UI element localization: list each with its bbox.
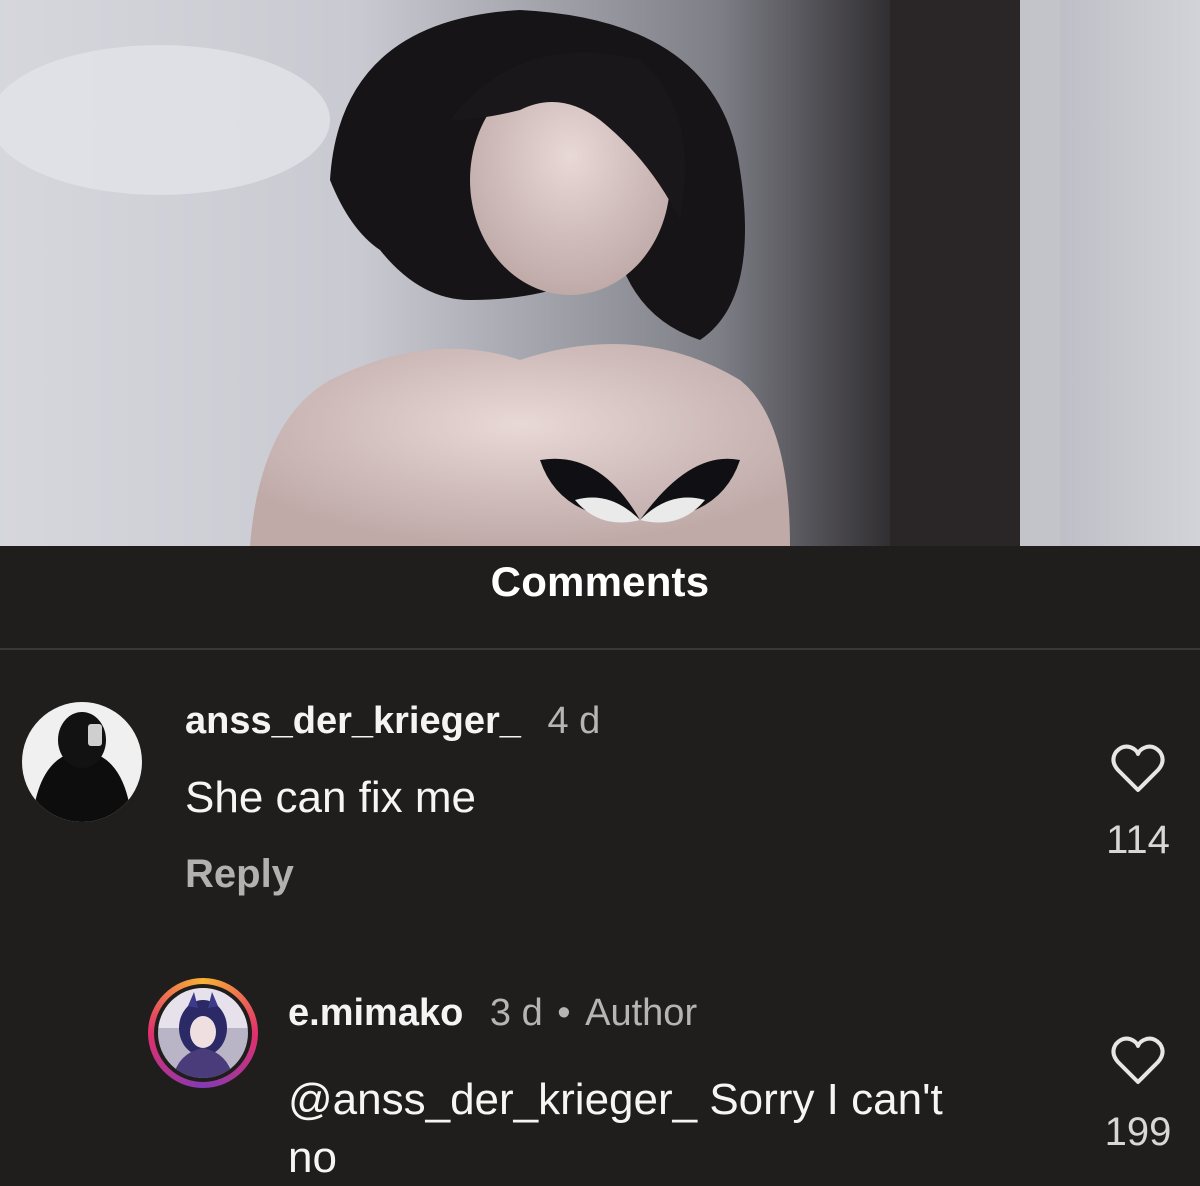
reply-header: e.mimako 3 d • Author xyxy=(288,992,697,1035)
separator-dot: • xyxy=(557,992,571,1034)
heart-icon[interactable] xyxy=(1110,742,1166,794)
heart-icon[interactable] xyxy=(1110,1034,1166,1086)
header-divider xyxy=(0,648,1200,650)
author-avatar[interactable] xyxy=(148,978,258,1088)
comment-age: 4 d xyxy=(547,700,601,742)
reply-text-line-1: @anss_der_krieger_ Sorry I can't xyxy=(288,1075,943,1124)
like-count: 114 xyxy=(1106,818,1170,862)
reply-button[interactable]: Reply xyxy=(185,852,294,897)
comment-text: She can fix me xyxy=(185,773,477,822)
author-badge: Author xyxy=(585,992,698,1034)
like-count: 199 xyxy=(1104,1110,1172,1154)
reply-username[interactable]: e.mimako xyxy=(288,992,463,1034)
comments-title: Comments xyxy=(490,558,710,605)
commenter-avatar[interactable] xyxy=(22,702,142,822)
author-avatar-icon xyxy=(158,988,248,1078)
user-avatar-icon xyxy=(22,702,142,822)
post-photo xyxy=(0,0,1200,546)
comment-header: anss_der_krieger_ 4 d xyxy=(185,700,600,743)
comment-username[interactable]: anss_der_krieger_ xyxy=(185,700,521,742)
reply-age: 3 d xyxy=(489,992,543,1034)
